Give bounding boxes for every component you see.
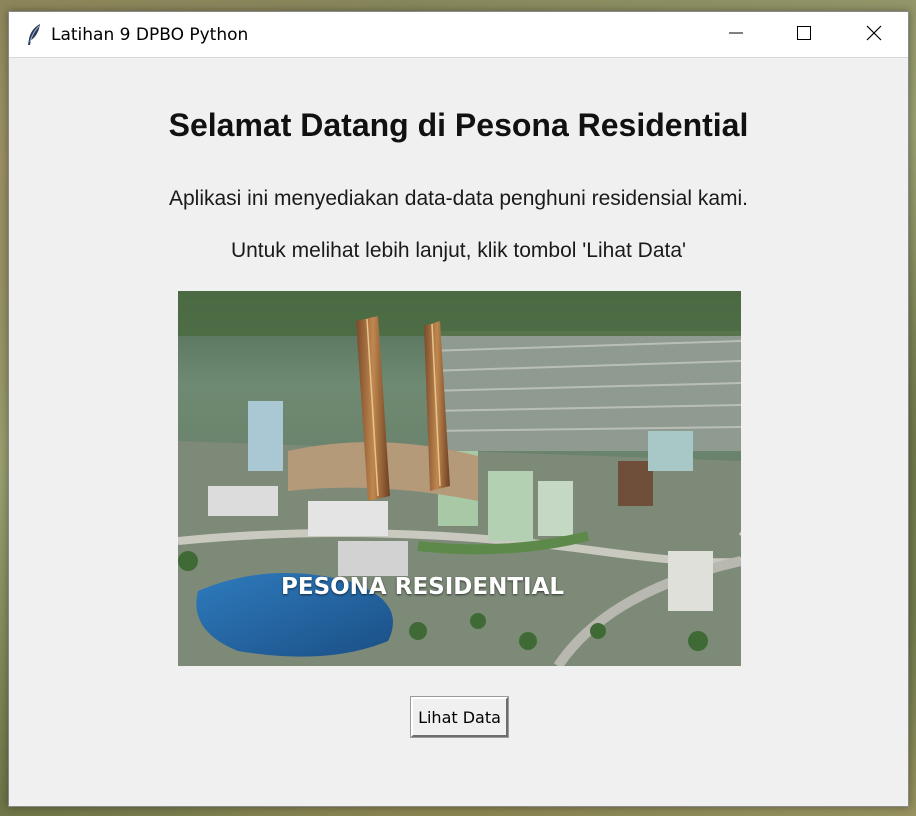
close-icon xyxy=(866,25,882,46)
maximize-icon xyxy=(796,25,812,46)
minimize-button[interactable] xyxy=(702,12,770,58)
lihat-data-button[interactable]: Lihat Data xyxy=(410,696,509,738)
main-content: Selamat Datang di Pesona Residential Apl… xyxy=(9,59,908,807)
window-title: Latihan 9 DPBO Python xyxy=(51,25,249,45)
instruction-text: Untuk melihat lebih lanjut, klik tombol … xyxy=(230,239,687,262)
maximize-button[interactable] xyxy=(770,12,838,58)
title-bar[interactable]: Latihan 9 DPBO Python xyxy=(9,12,908,58)
residential-image: PESONA RESIDENTIAL xyxy=(178,291,741,666)
feather-icon xyxy=(25,23,43,47)
close-button[interactable] xyxy=(840,12,908,58)
description-text: Aplikasi ini menyediakan data-data pengh… xyxy=(168,187,748,210)
app-window: Latihan 9 DPBO Python Selamat Datang di … xyxy=(8,11,909,807)
welcome-heading: Selamat Datang di Pesona Residential xyxy=(168,107,749,143)
image-caption: PESONA RESIDENTIAL xyxy=(281,574,565,600)
minimize-icon xyxy=(728,25,744,46)
